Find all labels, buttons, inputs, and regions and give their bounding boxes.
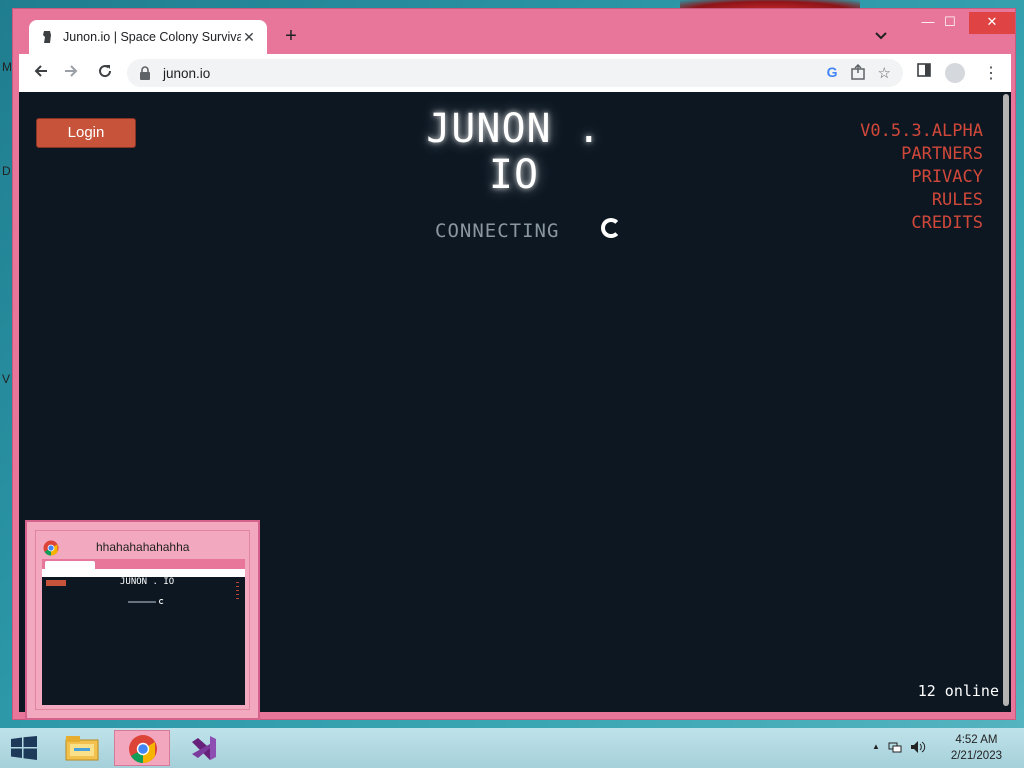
credits-link[interactable]: CREDITS (860, 212, 983, 235)
reload-icon[interactable] (93, 61, 117, 85)
thumbnail-status-bar (128, 601, 156, 603)
thumbnail-side-links: ▬ ▬ ▬ ▬ ▬ (236, 580, 239, 600)
thumbnail-spinner-icon (159, 599, 164, 604)
windows-start-icon[interactable] (10, 736, 38, 760)
forward-arrow-icon[interactable] (59, 61, 83, 85)
partners-link[interactable]: PARTNERS (860, 143, 983, 166)
share-icon[interactable] (850, 63, 866, 84)
game-logo-title: JUNON . IO (426, 106, 602, 198)
kebab-menu-icon[interactable]: ⋮ (983, 63, 999, 83)
chrome-taskbar-icon[interactable] (114, 730, 170, 766)
rules-link[interactable]: RULES (860, 189, 983, 212)
taskbar: ▲ 4:52 AM 2/21/2023 (0, 728, 1024, 768)
scrollbar[interactable] (999, 92, 1011, 712)
thumbnail-frame: hhahahahahahha JUNON . IO ▬ ▬ ▬ ▬ ▬ (35, 530, 250, 710)
desktop-icon-label: M (2, 60, 12, 74)
privacy-link[interactable]: PRIVACY (860, 166, 983, 189)
profile-avatar-icon[interactable] (945, 63, 965, 83)
desktop-icon-label: V (2, 372, 11, 386)
address-bar[interactable]: junon.io G ☆ (127, 59, 903, 87)
loading-spinner-icon (601, 218, 621, 238)
clock-date: 2/21/2023 (950, 750, 1002, 762)
maximize-button[interactable]: ☐ (935, 12, 965, 34)
window-close-button[interactable]: ✕ (969, 12, 1015, 34)
chrome-icon (43, 540, 59, 556)
volume-icon[interactable] (910, 740, 926, 757)
side-panel-icon[interactable] (917, 63, 931, 82)
tab-strip: Junon.io | Space Colony Survival ✕ + — ☐… (13, 9, 1015, 54)
thumbnail-page: JUNON . IO ▬ ▬ ▬ ▬ ▬ (42, 577, 245, 705)
system-clock[interactable]: 4:52 AM 2/21/2023 (951, 732, 1002, 764)
online-count: 12 online (917, 682, 999, 700)
login-button[interactable]: Login (36, 118, 136, 148)
thumbnail-login-button (46, 580, 66, 586)
thumbnail-toolbar (42, 569, 245, 577)
browser-toolbar: junon.io G ☆ ⋮ (19, 54, 1011, 92)
version-label: V0.5.3.ALPHA (860, 121, 983, 141)
network-icon[interactable] (888, 740, 902, 757)
tray-overflow-arrow-icon[interactable]: ▲ (872, 740, 880, 757)
thumbnail-page-title: JUNON . IO (120, 577, 175, 587)
browser-tab[interactable]: Junon.io | Space Colony Survival ✕ (29, 20, 267, 54)
junon-favicon-icon (41, 30, 53, 44)
thumbnail-window-image: JUNON . IO ▬ ▬ ▬ ▬ ▬ (42, 559, 245, 705)
new-tab-button[interactable]: + (279, 25, 303, 49)
back-arrow-icon[interactable] (29, 61, 53, 85)
connection-status: CONNECTING (435, 220, 560, 242)
thumbnail-title: hhahahahahahha (96, 540, 190, 554)
desktop-icon-label: D (2, 164, 11, 178)
side-links: V0.5.3.ALPHA PARTNERS PRIVACY RULES CRED… (860, 120, 983, 235)
visual-studio-icon[interactable] (176, 730, 232, 766)
file-explorer-icon[interactable] (54, 730, 110, 766)
lock-icon[interactable] (139, 66, 151, 80)
tab-title: Junon.io | Space Colony Survival (63, 30, 241, 44)
url-text: junon.io (163, 65, 211, 81)
clock-time: 4:52 AM (955, 734, 998, 746)
tab-search-chevron-icon[interactable] (875, 27, 887, 43)
bookmark-star-icon[interactable]: ☆ (878, 64, 891, 84)
google-icon[interactable]: G (827, 64, 838, 84)
scrollbar-thumb[interactable] (1003, 94, 1009, 706)
close-tab-icon[interactable]: ✕ (241, 29, 257, 46)
system-tray: ▲ (872, 740, 926, 757)
taskbar-thumbnail-preview[interactable]: hhahahahahahha JUNON . IO ▬ ▬ ▬ ▬ ▬ (25, 520, 260, 720)
